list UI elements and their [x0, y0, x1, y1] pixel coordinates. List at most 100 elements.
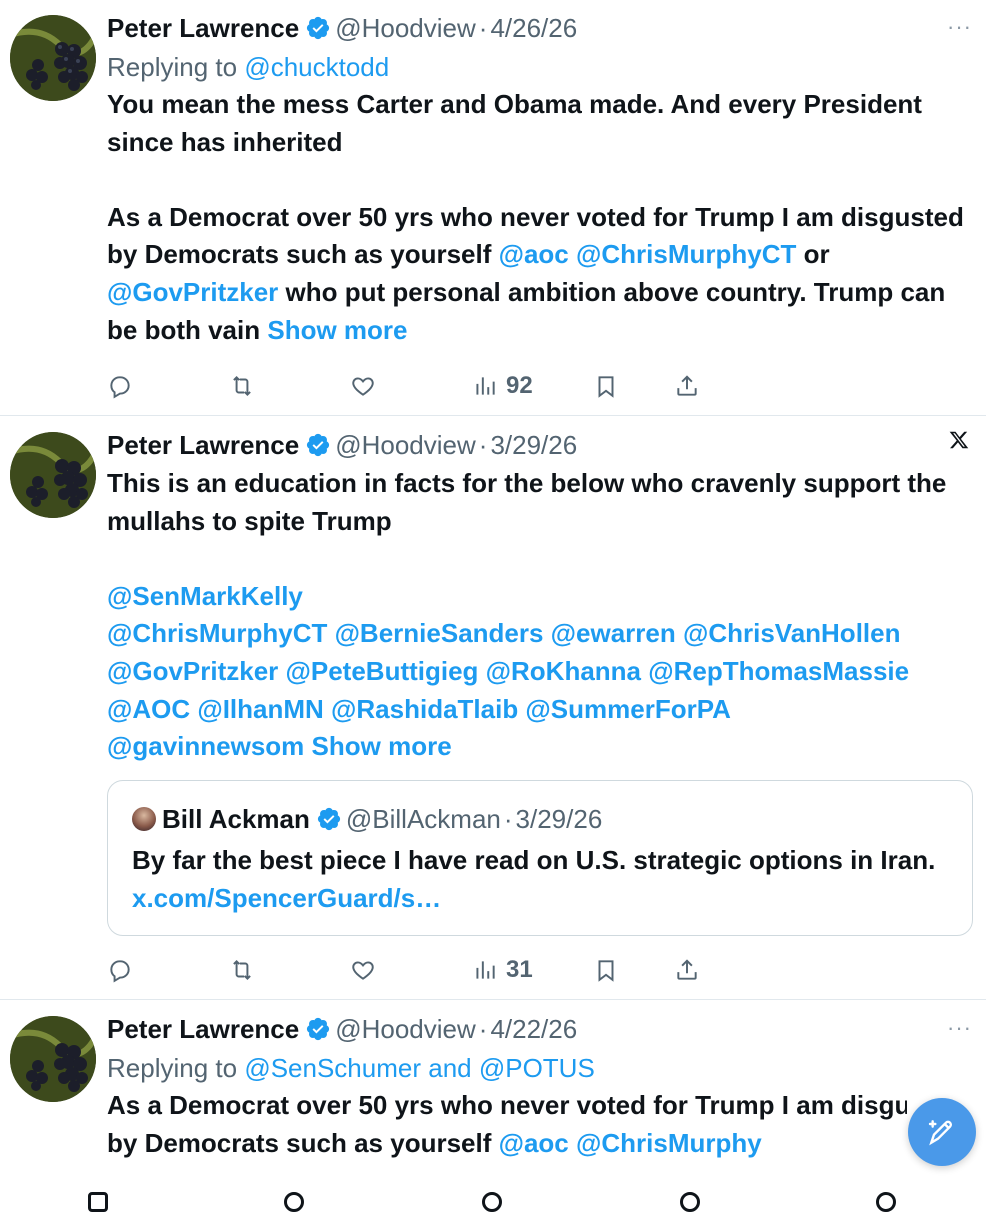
tweet-text-segment: or	[803, 239, 830, 270]
views-chart-icon	[476, 961, 495, 979]
handle[interactable]: @Hoodview	[335, 13, 476, 44]
tweet-paragraph: You mean the mess Carter and Obama made.…	[107, 89, 922, 157]
notifications-icon[interactable]	[680, 1192, 700, 1212]
handle[interactable]: @Hoodview	[335, 430, 476, 461]
bookmark-icon	[598, 960, 614, 982]
like-button[interactable]	[350, 373, 376, 399]
grok-icon[interactable]	[482, 1192, 502, 1212]
tweet-text: This is an education in facts for the be…	[107, 465, 972, 766]
show-more-link[interactable]: Show more	[267, 315, 407, 345]
display-name[interactable]: Peter Lawrence	[107, 1014, 299, 1045]
heart-icon	[352, 377, 374, 396]
tweet-text: As a Democrat over 50 yrs who never vote…	[107, 1087, 907, 1162]
retweet-button[interactable]	[229, 373, 255, 399]
views-button[interactable]: 92	[472, 372, 533, 400]
compose-button[interactable]	[908, 1098, 976, 1166]
tweet-paragraph: As a Democrat over 50 yrs who never vote…	[107, 1087, 907, 1162]
like-button[interactable]	[350, 957, 376, 983]
tweet-divider	[0, 999, 986, 1000]
search-icon[interactable]	[284, 1192, 304, 1212]
mention-link[interactable]: @aoc	[499, 239, 569, 269]
verified-badge-icon	[307, 433, 330, 457]
x-logo-icon[interactable]	[948, 429, 970, 451]
separator-dot: ·	[478, 1013, 488, 1044]
tweet-divider	[0, 415, 986, 416]
retweet-icon	[233, 375, 251, 397]
more-options-icon[interactable]: ···	[947, 1015, 972, 1041]
quoted-tweet-text: By far the best piece I have read on U.S…	[132, 841, 952, 917]
mention-link[interactable]: @ChrisMurphyCT	[576, 239, 796, 269]
reply-mention[interactable]: @chucktodd	[244, 52, 389, 82]
replying-prefix: Replying to	[107, 52, 238, 82]
views-chart-icon	[476, 377, 495, 395]
home-icon[interactable]	[88, 1192, 108, 1212]
retweet-icon	[233, 959, 251, 981]
replying-to: Replying to @SenSchumer and @POTUS	[107, 1049, 972, 1087]
quoted-text: By far the best piece I have read on U.S…	[132, 845, 936, 875]
url-link[interactable]: x.com/SpencerGuard/s…	[132, 883, 441, 913]
mention-link[interactable]: @AOC @IlhanMN @RashidaTlaib @SummerForPA	[107, 691, 972, 729]
reply-icon	[110, 960, 130, 983]
handle[interactable]: @BillAckman	[346, 804, 501, 835]
display-name[interactable]: Peter Lawrence	[107, 430, 299, 461]
bookmark-button[interactable]	[593, 373, 619, 399]
tweet-date[interactable]: 4/26/26	[490, 13, 577, 44]
replying-to: Replying to @chucktodd	[107, 48, 972, 86]
display-name[interactable]: Bill Ackman	[162, 804, 310, 835]
retweet-button[interactable]	[229, 957, 255, 983]
avatar[interactable]	[10, 15, 96, 101]
reply-button[interactable]	[107, 373, 133, 399]
grapes-avatar-image	[10, 432, 96, 518]
mention-link[interactable]: @gavinnewsom	[107, 731, 304, 761]
messages-icon[interactable]	[876, 1192, 896, 1212]
show-more-link[interactable]: Show more	[312, 731, 452, 761]
replying-prefix: Replying to	[107, 1053, 238, 1083]
tweet-date[interactable]: 3/29/26	[516, 804, 603, 835]
verified-badge-icon	[307, 16, 330, 40]
mention-link[interactable]: @aoc	[499, 1128, 569, 1158]
quoted-tweet[interactable]: Bill Ackman @BillAckman · 3/29/26 By far…	[107, 780, 973, 936]
verified-badge-icon	[307, 1017, 330, 1041]
tweet-paragraph: This is an education in facts for the be…	[107, 468, 947, 536]
views-count: 31	[506, 956, 533, 983]
views-count: 92	[506, 372, 533, 399]
display-name[interactable]: Peter Lawrence	[107, 13, 299, 44]
tweet-date[interactable]: 4/22/26	[490, 1014, 577, 1045]
mention-link[interactable]: @SenMarkKelly	[107, 578, 972, 616]
views-button[interactable]: 31	[472, 956, 533, 984]
mention-link[interactable]: @ChrisMurphyCT @BernieSanders @ewarren @…	[107, 615, 972, 653]
tweet-header: Peter Lawrence @Hoodview · 3/29/26	[107, 425, 972, 465]
tweet-date[interactable]: 3/29/26	[490, 430, 577, 461]
compose-feather-icon	[928, 1120, 953, 1146]
mention-line: @gavinnewsom Show more	[107, 728, 972, 766]
avatar[interactable]	[132, 807, 156, 831]
grapes-avatar-image	[10, 1016, 96, 1102]
mention-link[interactable]: @GovPritzker @PeteButtigieg @RoKhanna @R…	[107, 653, 972, 691]
separator-dot: ·	[503, 803, 513, 834]
verified-badge-icon	[317, 807, 340, 831]
tweet-paragraph: As a Democrat over 50 yrs who never vote…	[107, 199, 972, 349]
quoted-tweet-header: Bill Ackman @BillAckman · 3/29/26	[132, 799, 602, 839]
mention-link[interactable]: @ChrisMurphy	[576, 1128, 762, 1158]
reply-icon	[110, 376, 130, 399]
separator-dot: ·	[478, 12, 488, 43]
share-button[interactable]	[674, 957, 700, 983]
share-icon	[677, 375, 697, 396]
handle[interactable]: @Hoodview	[335, 1014, 476, 1045]
bottom-navigation	[0, 1188, 986, 1212]
bookmark-button[interactable]	[593, 957, 619, 983]
separator-dot: ·	[478, 429, 488, 460]
tweet-header: Peter Lawrence @Hoodview · 4/22/26 ···	[107, 1009, 972, 1049]
tweet-text: You mean the mess Carter and Obama made.…	[107, 86, 972, 349]
avatar[interactable]	[10, 432, 96, 518]
tweet-header: Peter Lawrence @Hoodview · 4/26/26 ···	[107, 8, 972, 48]
heart-icon	[352, 961, 374, 980]
grapes-avatar-image	[10, 15, 96, 101]
share-button[interactable]	[674, 373, 700, 399]
avatar[interactable]	[10, 1016, 96, 1102]
mention-link[interactable]: @GovPritzker	[107, 277, 278, 307]
reply-mention[interactable]: @SenSchumer and @POTUS	[244, 1053, 594, 1083]
more-options-icon[interactable]: ···	[947, 14, 972, 40]
share-icon	[677, 959, 697, 980]
reply-button[interactable]	[107, 957, 133, 983]
